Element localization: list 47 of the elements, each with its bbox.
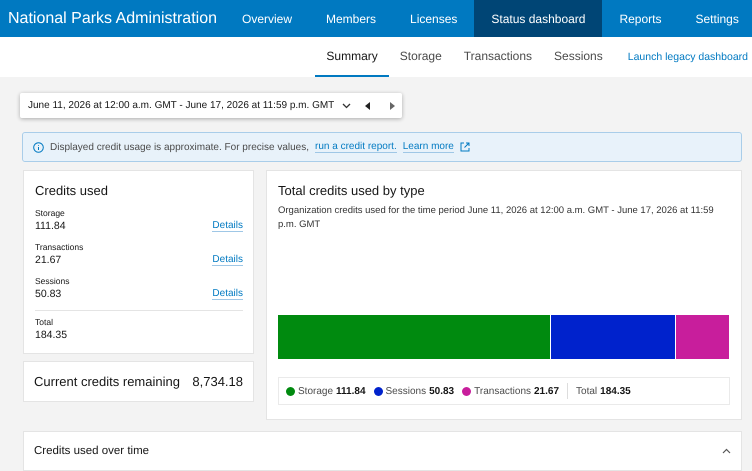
nav-tab[interactable]: Reports	[602, 0, 678, 38]
app-title: National Parks Administration	[7, 8, 218, 29]
legend-total-value: 184.35	[600, 386, 631, 396]
info-icon	[33, 142, 44, 152]
chart-title: Total credits used by type	[278, 183, 426, 198]
section-title: Credits used over time	[34, 445, 150, 457]
nav-tab[interactable]: Overview	[224, 0, 309, 38]
external-link-icon[interactable]	[460, 142, 470, 152]
legend-value: 50.83	[429, 386, 454, 396]
legend-value: 21.67	[534, 386, 560, 396]
legend-label: Transactions	[474, 386, 531, 396]
date-range-picker[interactable]: June 11, 2026 at 12:00 a.m. GMT - June 17, 2026 at 11:59 p.m. GMT	[20, 93, 402, 118]
legend-value: 111.84	[336, 386, 366, 396]
details-link[interactable]: Details	[212, 288, 243, 300]
nav-tab[interactable]: Status dashboard	[474, 0, 602, 38]
credit-value: 21.67	[35, 254, 62, 266]
credit-label: Transactions	[35, 242, 84, 252]
legend-label: Sessions	[386, 386, 426, 396]
credit-label: Storage	[35, 208, 66, 218]
details-link[interactable]: Details	[212, 220, 243, 232]
credit-value: 50.83	[35, 288, 62, 300]
total-value: 184.35	[35, 329, 68, 341]
remaining-value: 8,734.18	[192, 374, 243, 389]
credit-label: Sessions	[35, 276, 70, 286]
collapse-icon[interactable]	[722, 448, 731, 454]
nav-tab[interactable]: Members	[309, 0, 394, 38]
sub-tab[interactable]: Summary	[315, 37, 389, 77]
credit-value: 111.84	[35, 220, 66, 232]
learn-more-link[interactable]: Learn more	[402, 141, 454, 153]
sub-tab[interactable]: Sessions	[543, 37, 614, 77]
remaining-label: Current credits remaining	[34, 374, 180, 389]
credit-report-link[interactable]: run a credit report.	[315, 141, 397, 153]
chart-subtitle: Organization credits used for the time period June 11, 2026 at 12:00 a.m. GMT - June 17, 2026 at 11:59 p.m. GMT	[278, 204, 715, 232]
details-link[interactable]: Details	[212, 254, 243, 266]
previous-icon[interactable]	[365, 102, 370, 110]
sub-tab[interactable]: Transactions	[452, 37, 544, 77]
chevron-down-icon[interactable]	[342, 102, 352, 108]
legend-total-label: Total	[576, 386, 598, 396]
sub-tab[interactable]: Storage	[388, 37, 453, 77]
next-icon[interactable]	[390, 102, 396, 110]
card-title: Credits used	[35, 183, 109, 198]
legend-label: Storage	[298, 386, 334, 396]
nav-tab[interactable]: Licenses	[393, 0, 474, 38]
total-label: Total	[35, 317, 54, 327]
legacy-dashboard-link[interactable]: Launch legacy dashboard	[628, 37, 748, 77]
nav-tab[interactable]: Settings	[678, 0, 752, 38]
notice-text: Displayed credit usage is approximate. For precise values,	[50, 142, 310, 152]
